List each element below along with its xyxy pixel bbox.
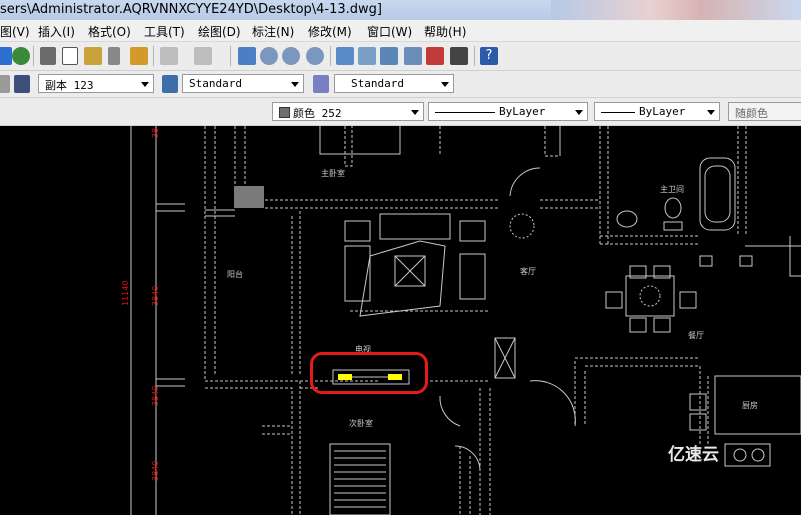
sheet-set-icon[interactable] bbox=[404, 47, 422, 65]
publish-icon[interactable] bbox=[0, 47, 12, 65]
lineweight-select[interactable]: ByLayer bbox=[594, 102, 720, 121]
3d-dwf-icon[interactable] bbox=[12, 47, 30, 65]
room-label-master-bedroom: 主卧室 bbox=[321, 169, 345, 178]
zoom-previous-icon[interactable] bbox=[306, 47, 324, 65]
menu-view[interactable]: 图(V) bbox=[0, 23, 30, 40]
paste-icon[interactable] bbox=[84, 47, 102, 65]
menu-help[interactable]: 帮助(H) bbox=[424, 23, 466, 40]
menu-insert[interactable]: 插入(I) bbox=[38, 23, 75, 40]
room-label-living: 客厅 bbox=[520, 267, 536, 276]
zoom-window-icon[interactable] bbox=[282, 47, 300, 65]
help-icon[interactable]: ? bbox=[480, 47, 498, 65]
room-label-master-bath: 主卫间 bbox=[660, 185, 684, 194]
markup-icon[interactable] bbox=[426, 47, 444, 65]
zoom-realtime-icon[interactable] bbox=[260, 47, 278, 65]
calculator-icon[interactable] bbox=[450, 47, 468, 65]
watermark: 亿速云 bbox=[668, 445, 719, 465]
menu-draw[interactable]: 绘图(D) bbox=[198, 23, 241, 40]
match-properties-icon[interactable] bbox=[108, 47, 120, 65]
pan-icon[interactable] bbox=[238, 47, 256, 65]
redo-icon[interactable] bbox=[194, 47, 212, 65]
linetype-preview bbox=[435, 112, 495, 113]
dimension-lower: 3840 bbox=[151, 460, 160, 481]
tool-palettes-icon[interactable] bbox=[380, 47, 398, 65]
dim-style-select[interactable]: 副本 123 bbox=[38, 74, 154, 93]
room-label-dining: 餐厅 bbox=[688, 331, 704, 340]
design-center-icon[interactable] bbox=[358, 47, 376, 65]
room-label-kitchen: 厨房 bbox=[742, 401, 758, 410]
dimension-middle: 3840 bbox=[151, 385, 160, 406]
menu-bar: 图(V) 插入(I) 格式(O) 工具(T) 绘图(D) 标注(N) 修改(M)… bbox=[0, 20, 801, 42]
multileader-style-icon[interactable] bbox=[313, 75, 329, 93]
copy-icon[interactable] bbox=[62, 47, 78, 65]
color-swatch bbox=[279, 107, 290, 118]
cut-icon[interactable] bbox=[40, 47, 56, 65]
title-bar: sers\Administrator.AQRVNNXCYYE24YD\Deskt… bbox=[0, 0, 801, 20]
standard-toolbar: ? bbox=[0, 42, 801, 71]
dim-style-icon[interactable] bbox=[14, 75, 30, 93]
menu-window[interactable]: 窗口(W) bbox=[367, 23, 412, 40]
highlight-circle bbox=[310, 352, 428, 394]
color-select[interactable]: 颜色 252 bbox=[272, 102, 424, 121]
lineweight-preview bbox=[601, 112, 635, 113]
room-label-balcony: 阳台 bbox=[227, 270, 243, 279]
menu-modify[interactable]: 修改(M) bbox=[308, 23, 352, 40]
dimension-upper: 3840 bbox=[151, 285, 160, 306]
text-style-select[interactable]: Standard bbox=[182, 74, 304, 93]
styles-toolbar: 副本 123 Standard Standard bbox=[0, 71, 801, 98]
block-editor-icon[interactable] bbox=[130, 47, 148, 65]
dimension-total: 11140 bbox=[121, 280, 130, 306]
properties-icon[interactable] bbox=[336, 47, 354, 65]
table-style-icon[interactable] bbox=[162, 75, 178, 93]
linetype-select[interactable]: ByLayer bbox=[428, 102, 588, 121]
table-style-select[interactable]: Standard bbox=[334, 74, 454, 93]
menu-format[interactable]: 格式(O) bbox=[88, 23, 131, 40]
undo-icon[interactable] bbox=[160, 47, 178, 65]
properties-toolbar: 颜色 252 ByLayer ByLayer 随颜色 bbox=[0, 98, 801, 126]
dimension-top: 38 bbox=[151, 127, 160, 138]
menu-dimension[interactable]: 标注(N) bbox=[252, 23, 294, 40]
room-label-second-bedroom: 次卧室 bbox=[349, 419, 373, 428]
menu-tools[interactable]: 工具(T) bbox=[144, 23, 185, 40]
window-title: sers\Administrator.AQRVNNXCYYE24YD\Deskt… bbox=[0, 2, 383, 17]
text-style-icon[interactable] bbox=[0, 75, 10, 93]
title-bar-decoration bbox=[551, 0, 801, 20]
plotstyle-select: 随颜色 bbox=[728, 102, 801, 121]
